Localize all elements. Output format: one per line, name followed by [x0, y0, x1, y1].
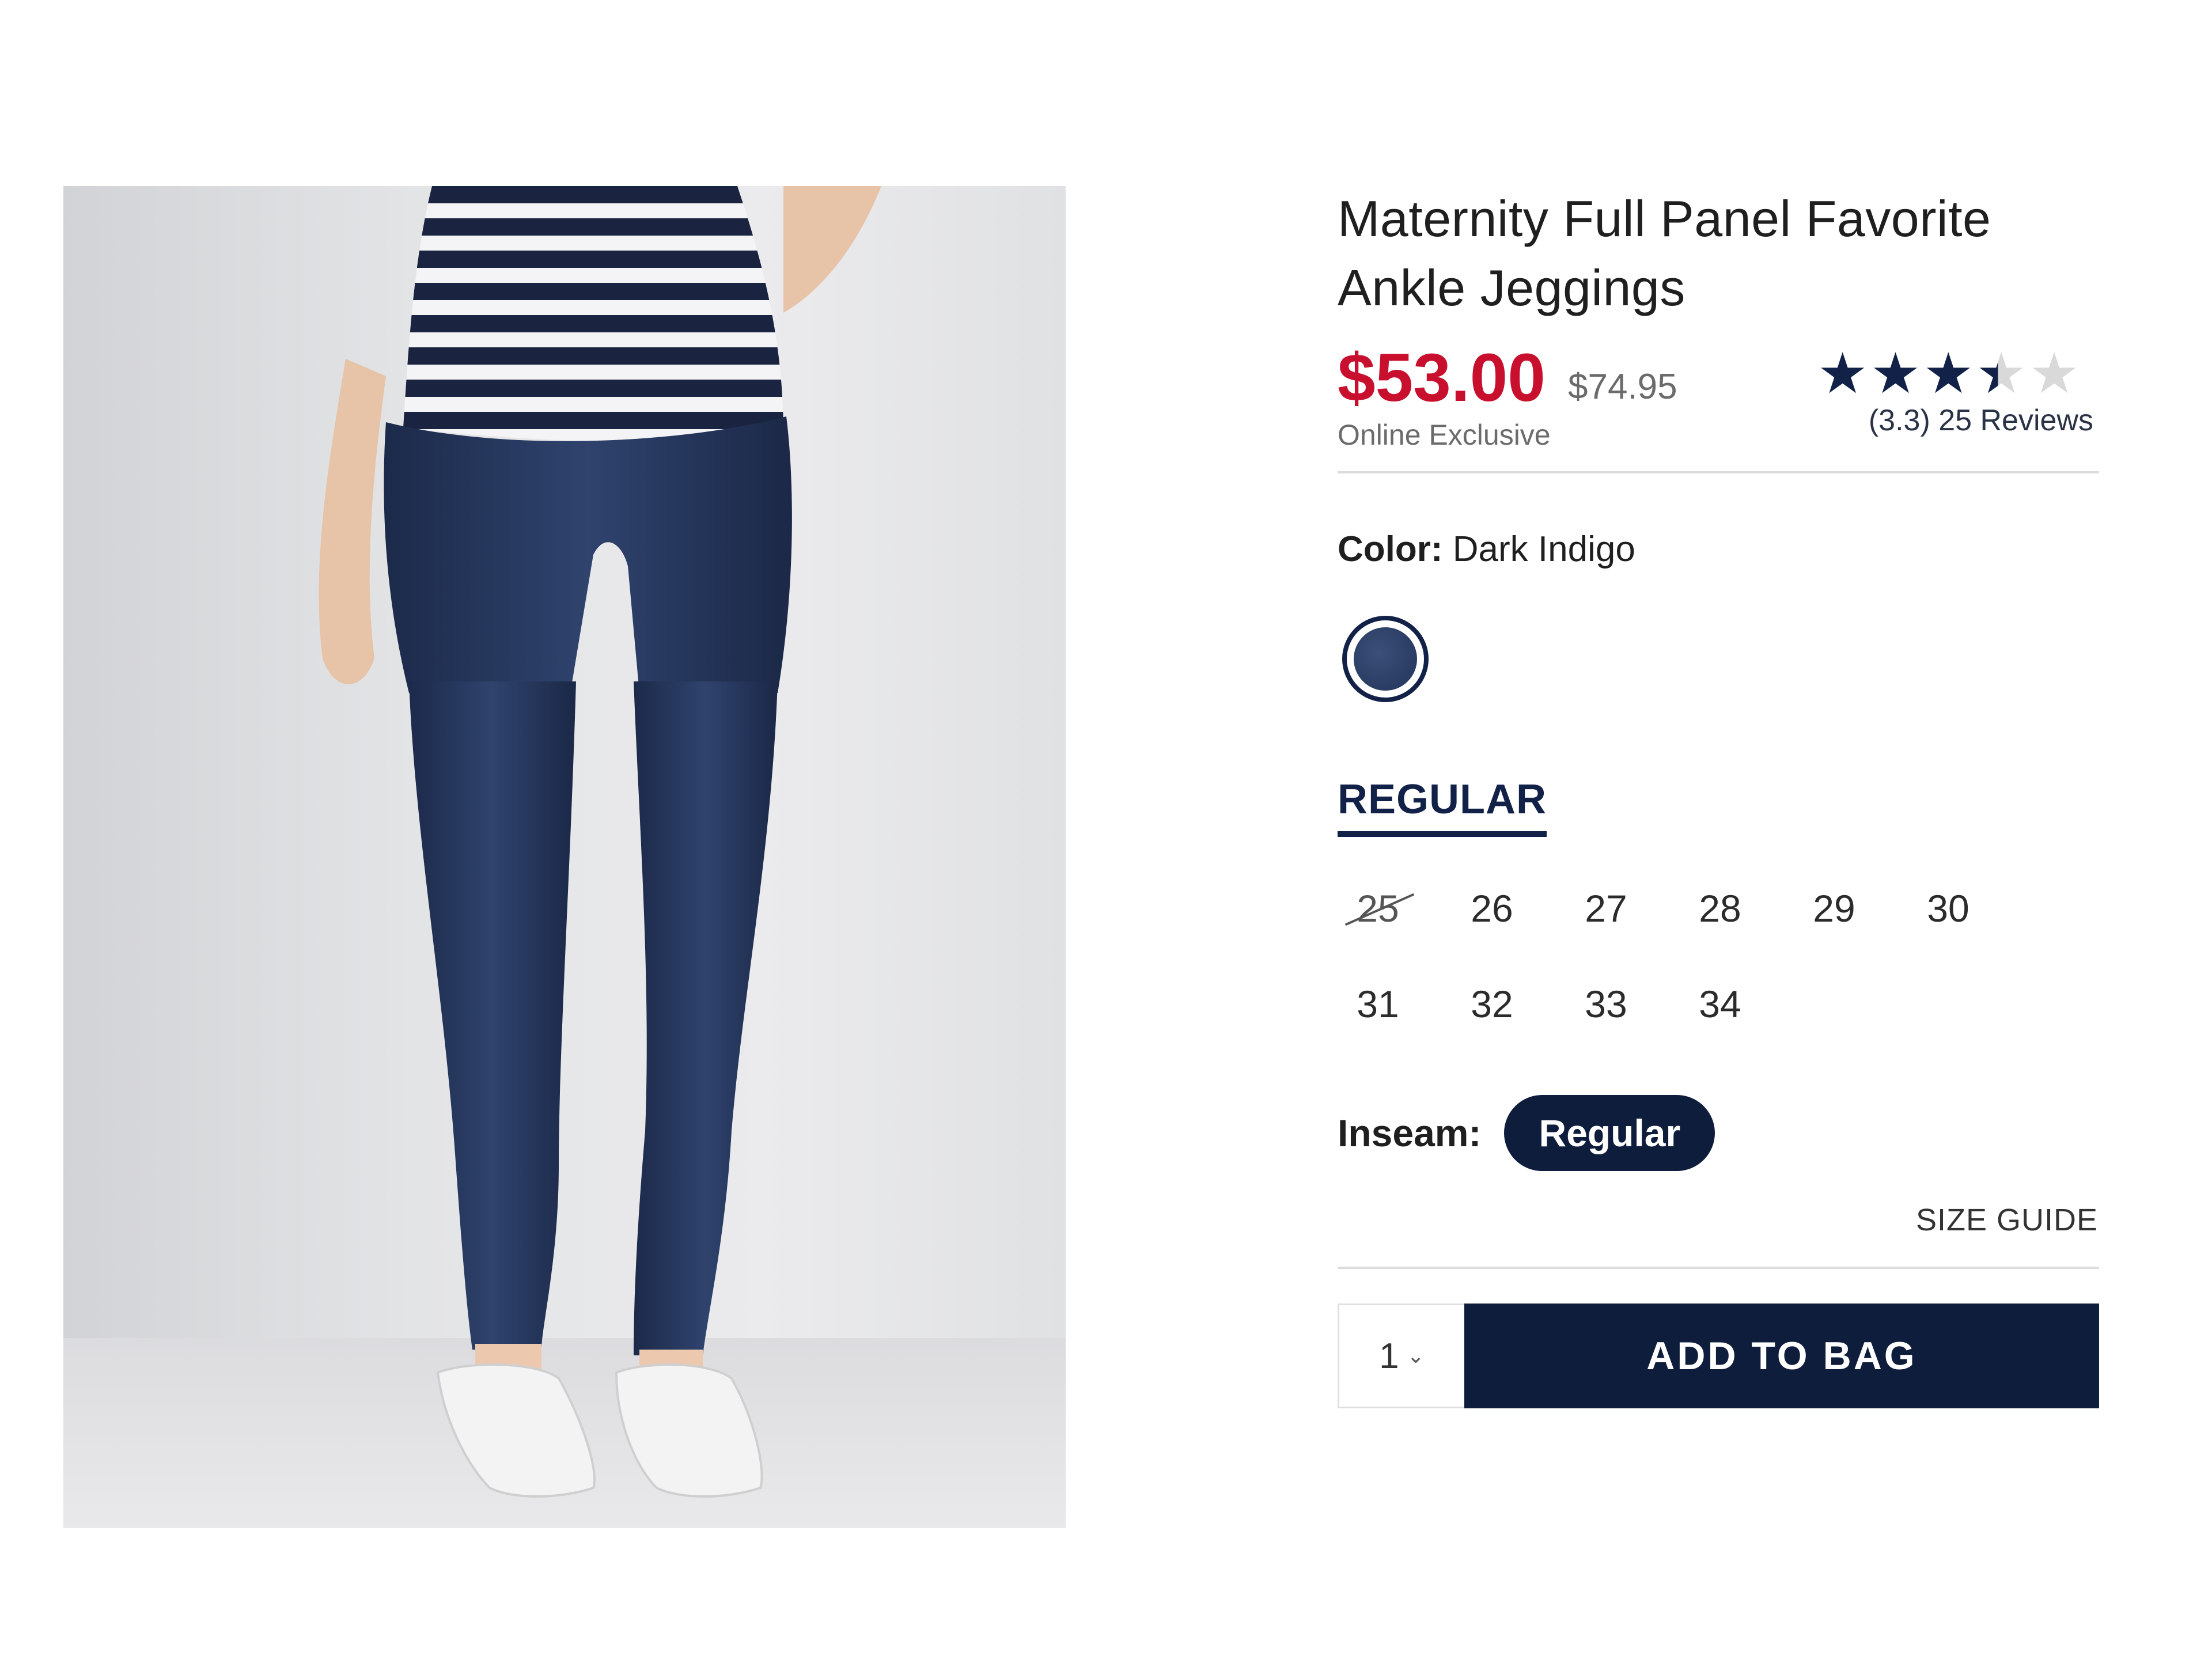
size-option[interactable]: 33	[1566, 982, 1646, 1026]
quantity-value: 1	[1379, 1336, 1399, 1376]
color-label-row: Color: Dark Indigo	[1338, 529, 2099, 570]
size-option[interactable]: 34	[1680, 982, 1760, 1026]
inseam-label: Inseam:	[1338, 1112, 1482, 1154]
online-exclusive-badge: Online Exclusive	[1338, 419, 1551, 451]
size-option[interactable]: 27	[1566, 886, 1646, 930]
inseam-row: Inseam: Regular	[1338, 1095, 2099, 1171]
sale-price: $53.00	[1338, 340, 1546, 416]
purchase-row: 1 ⌄ ADD TO BAG	[1338, 1304, 2099, 1408]
original-price: $74.95	[1568, 367, 1677, 407]
color-swatch-dark-indigo[interactable]	[1342, 616, 1429, 702]
divider	[1338, 471, 2099, 473]
star-icon: ★	[1923, 342, 1976, 405]
star-icon: ★	[1870, 342, 1923, 405]
size-guide-link[interactable]: SIZE GUIDE	[1338, 1202, 2099, 1238]
reviews-link[interactable]: (3.3) 25 Reviews	[1869, 403, 2093, 438]
star-icon: ★	[1817, 342, 1870, 405]
size-option[interactable]: 26	[1452, 886, 1532, 930]
product-title-line2: Ankle Jeggings	[1338, 259, 1685, 316]
product-title-line1: Maternity Full Panel Favorite	[1338, 190, 1991, 247]
inseam-regular-button[interactable]: Regular	[1504, 1095, 1715, 1171]
chevron-down-icon: ⌄	[1407, 1344, 1425, 1367]
size-grid: 25 26 27 28 29 30 31 32 33 34	[1338, 886, 2099, 1026]
rating-stars[interactable]: ★★★★★	[1817, 344, 2082, 402]
product-info-panel: Maternity Full Panel Favorite Ankle Jegg…	[1338, 184, 2099, 1408]
size-option[interactable]: 31	[1338, 982, 1418, 1026]
tab-regular-fit[interactable]: REGULAR	[1338, 776, 1547, 837]
size-option[interactable]: 30	[1908, 886, 1988, 930]
star-half-icon: ★	[1976, 342, 2029, 405]
size-option[interactable]: 28	[1680, 886, 1760, 930]
add-to-bag-button[interactable]: ADD TO BAG	[1464, 1304, 2099, 1408]
product-title: Maternity Full Panel Favorite Ankle Jegg…	[1338, 184, 2099, 323]
divider	[1338, 1267, 2099, 1269]
price-row: $53.00 $74.95 Online Exclusive ★★★★★ (3.…	[1338, 339, 2099, 471]
star-empty-icon: ★	[2029, 342, 2082, 405]
product-image[interactable]	[63, 186, 1066, 1528]
size-option-unavailable[interactable]: 25	[1338, 886, 1418, 930]
quantity-select[interactable]: 1 ⌄	[1338, 1304, 1464, 1408]
size-option[interactable]: 29	[1794, 886, 1874, 930]
size-option[interactable]: 32	[1452, 982, 1532, 1026]
model-illustration	[319, 186, 881, 1498]
color-value: Dark Indigo	[1452, 529, 1635, 569]
color-label: Color:	[1338, 529, 1443, 569]
